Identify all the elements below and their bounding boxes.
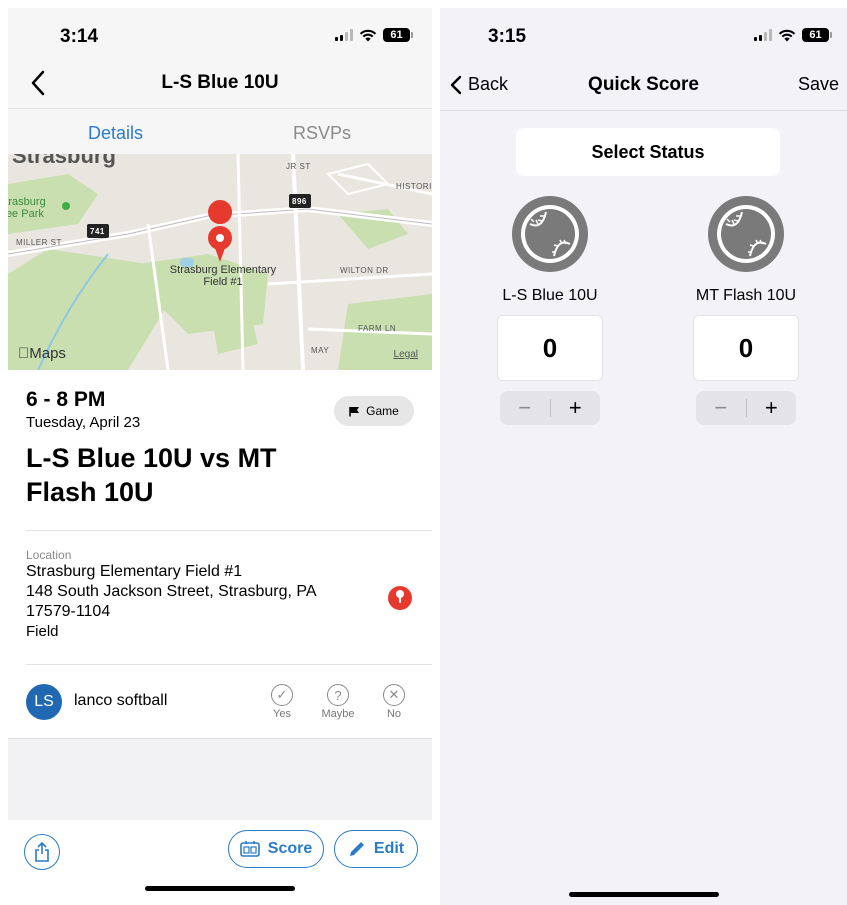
spacer-area	[8, 738, 432, 820]
location-map[interactable]: Strasburg Strasburg Cee Park Strasburg E…	[8, 154, 432, 370]
score-button-label: Score	[267, 840, 313, 857]
status-icons: 61	[335, 28, 413, 42]
rsvp-yes-label: Yes	[273, 708, 291, 720]
select-status-button[interactable]: Select Status	[516, 128, 780, 176]
location-name: Strasburg Elementary Field #1	[26, 563, 243, 580]
tab-rsvps[interactable]: RSVPs	[293, 123, 351, 144]
nav-bar: L-S Blue 10U	[8, 60, 432, 108]
signal-icon	[335, 29, 353, 41]
rsvp-no-button[interactable]: ✕ No	[372, 684, 416, 720]
event-summary: 6 - 8 PM Tuesday, April 23 L-S Blue 10U …	[26, 388, 414, 509]
edit-button-label: Edit	[373, 840, 405, 857]
event-title: L-S Blue 10U vs MT Flash 10U	[26, 443, 277, 507]
status-time: 3:14	[60, 26, 99, 47]
page-title: L-S Blue 10U	[161, 72, 279, 93]
location-label: Location	[26, 548, 72, 562]
map-graphic	[8, 154, 432, 370]
rsvp-yes-button[interactable]: ✓ Yes	[260, 684, 304, 720]
street-historic: HISTORIC	[396, 182, 432, 191]
route-shield-741: 741	[90, 227, 105, 236]
home-team-column: L-S Blue 10U 0 − +	[480, 194, 620, 425]
home-score-field[interactable]: 0	[497, 315, 603, 381]
save-button[interactable]: Save	[798, 74, 839, 95]
quick-score-screen: 3:15 61 Back Quick Score Save Select Sta…	[440, 8, 847, 905]
nav-divider	[440, 110, 847, 111]
street-jr: JR ST	[286, 162, 311, 171]
home-decrement-button[interactable]: −	[500, 395, 550, 421]
score-button[interactable]: Score	[228, 830, 324, 868]
bottom-toolbar: Score Edit	[8, 820, 432, 905]
share-icon	[35, 842, 49, 862]
street-miller: MILLER ST	[16, 238, 62, 247]
flag-icon	[349, 406, 360, 416]
x-icon: ✕	[383, 684, 405, 706]
legal-link[interactable]: Legal	[394, 349, 418, 360]
question-icon: ?	[327, 684, 349, 706]
map-place-park: Strasburg Cee Park	[8, 196, 46, 220]
pencil-icon	[349, 842, 364, 856]
rsvp-maybe-button[interactable]: ? Maybe	[316, 684, 360, 720]
status-icons: 61	[754, 28, 832, 42]
away-score-stepper: − +	[696, 391, 796, 425]
street-farm: FARM LN	[358, 324, 397, 333]
wifi-icon	[778, 29, 796, 41]
page-title: Quick Score	[588, 74, 699, 95]
status-bar: 3:15 61	[440, 8, 847, 60]
softball-icon	[708, 196, 784, 272]
location-section[interactable]: Location Strasburg Elementary Field #1 1…	[26, 548, 414, 642]
away-team-name: MT Flash 10U	[695, 287, 797, 304]
tab-bar: Details RSVPs	[8, 108, 432, 154]
street-wilton: WILTON DR	[340, 266, 389, 275]
rsvp-no-label: No	[386, 708, 402, 720]
battery-icon: 61	[802, 28, 832, 42]
divider	[26, 664, 432, 665]
home-team-name: L-S Blue 10U	[502, 287, 598, 304]
rsvp-row: LS lanco softball ✓ Yes ? Maybe ✕ No	[26, 674, 414, 736]
home-increment-button[interactable]: +	[551, 395, 601, 421]
signal-icon	[754, 29, 772, 41]
route-shield-896: 896	[292, 197, 307, 206]
map-place-strasburg: Strasburg	[12, 154, 116, 168]
tab-details[interactable]: Details	[88, 123, 143, 144]
home-score-stepper: − +	[500, 391, 600, 425]
status-time: 3:15	[488, 26, 527, 47]
home-indicator	[145, 886, 295, 891]
wifi-icon	[359, 29, 377, 41]
away-decrement-button[interactable]: −	[696, 395, 746, 421]
battery-icon: 61	[383, 28, 413, 42]
away-team-column: MT Flash 10U 0 − +	[676, 194, 816, 425]
event-details-screen: 3:14 61 L-S Blue 10U Details RSVPs Stras…	[8, 8, 432, 905]
softball-icon	[512, 196, 588, 272]
maps-attribution: Maps	[18, 345, 66, 362]
location-pin-icon[interactable]	[388, 586, 412, 610]
divider	[26, 530, 432, 531]
away-increment-button[interactable]: +	[747, 395, 797, 421]
scoreboard-icon	[239, 841, 260, 857]
status-bar: 3:14 61	[8, 8, 432, 60]
badge-label: Game	[366, 404, 399, 418]
checkmark-icon: ✓	[271, 684, 293, 706]
location-address: 148 South Jackson Street, Strasburg, PA …	[26, 583, 316, 620]
street-may: MAY	[311, 346, 330, 355]
rsvp-maybe-label: Maybe	[321, 708, 355, 720]
home-indicator	[568, 892, 719, 897]
share-button[interactable]	[24, 834, 60, 870]
away-score-field[interactable]: 0	[693, 315, 799, 381]
location-type: Field	[26, 623, 59, 640]
edit-button[interactable]: Edit	[334, 830, 418, 868]
event-type-badge: Game	[334, 396, 414, 426]
map-place-field: Strasburg Elementary Field #1	[169, 264, 277, 288]
avatar: LS	[26, 684, 62, 720]
rsvp-member-name: lanco softball	[74, 692, 168, 709]
